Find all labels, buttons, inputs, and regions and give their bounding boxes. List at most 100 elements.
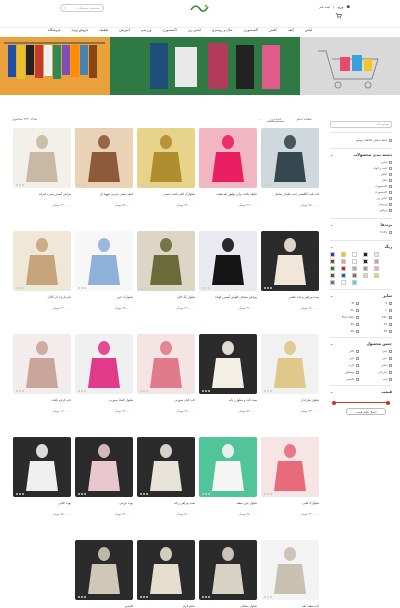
color-swatch[interactable] <box>374 259 379 264</box>
nav-item[interactable]: آموزش <box>119 28 129 37</box>
color-swatch[interactable] <box>330 259 335 264</box>
product-card[interactable]: ست کت و شلوار زنانه ۸۲۰,۰۰۰ تومان <box>199 334 257 413</box>
product-card[interactable]: ست پیراهن زنانه ۵۱۰,۰۰۰ تومان <box>137 437 195 516</box>
material-option[interactable]: ساتن <box>363 363 392 367</box>
product-image[interactable] <box>75 231 133 291</box>
nav-item[interactable]: کفش <box>269 28 277 37</box>
product-card[interactable]: شلوارک قلبی ۲۴۰,۰۰۰ تومان <box>261 437 319 516</box>
color-swatch[interactable] <box>341 266 346 271</box>
nav-item[interactable]: اکسسوری <box>162 28 177 37</box>
nav-item[interactable]: فروشگاه <box>48 28 61 37</box>
product-title[interactable]: ست کت و شلوار زنانه <box>199 398 257 408</box>
nav-item[interactable]: لباس زیر <box>188 28 201 37</box>
category-option[interactable]: ورزشی <box>330 202 392 206</box>
color-swatch[interactable] <box>352 273 357 278</box>
color-swatch[interactable] <box>330 273 335 278</box>
product-title[interactable]: تاپ پارچه ای گلدار <box>13 295 71 305</box>
search-icon[interactable]: ⚲ <box>64 6 66 10</box>
color-swatch[interactable] <box>330 280 335 285</box>
chevron-down-icon[interactable]: ⌄ <box>330 293 333 298</box>
material-option[interactable]: مازراتی <box>363 370 392 374</box>
material-option[interactable]: کرپ <box>330 363 359 367</box>
product-image[interactable] <box>261 128 319 188</box>
color-swatch[interactable] <box>352 280 357 285</box>
size-option[interactable]: M <box>330 301 359 305</box>
sidebar-search-input[interactable]: جستجو کنید <box>330 121 392 128</box>
login-register[interactable]: ☻ ورود / ثبت نام <box>319 5 350 9</box>
category-option[interactable]: شال <box>330 178 392 182</box>
product-image[interactable] <box>137 540 195 600</box>
product-title[interactable]: پیراهن آستین پفی دخترانه <box>13 192 71 202</box>
chevron-down-icon[interactable]: ⌄ <box>330 341 333 346</box>
product-image[interactable] <box>75 334 133 394</box>
price-slider[interactable] <box>332 400 390 405</box>
product-title[interactable]: تاپ کراپ بافت <box>13 398 71 408</box>
color-swatch[interactable] <box>374 252 379 257</box>
category-option[interactable]: کفش <box>330 172 392 176</box>
product-card[interactable]: تاپ کراپ بافت ۱۹۰,۰۰۰ تومان <box>13 334 71 413</box>
color-swatch[interactable] <box>341 252 346 257</box>
size-option[interactable]: 36 <box>330 322 359 326</box>
product-title[interactable]: جلیقه بافت برای پولیور یقه هفت <box>199 192 257 202</box>
color-swatch[interactable] <box>363 259 368 264</box>
product-title[interactable]: کت کتان صورتی <box>137 398 195 408</box>
product-image[interactable] <box>137 128 195 188</box>
product-card[interactable]: شلوارک کتان بافت دستی ۳۲۰,۰۰۰ تومان <box>137 128 195 207</box>
product-card[interactable]: پیراهن مشکی کلوش آستین کوتاه ۴۶۰,۰۰۰ توم… <box>199 231 257 310</box>
search-input[interactable]: جستجوی محصولات ⚲ <box>60 4 104 12</box>
material-option[interactable]: جین <box>363 356 392 360</box>
product-title[interactable]: بوت کتانی <box>13 501 71 511</box>
product-image[interactable] <box>261 334 319 394</box>
product-image[interactable] <box>261 231 319 291</box>
chevron-down-icon[interactable]: ⌄ <box>330 389 333 394</box>
color-swatch[interactable] <box>374 273 379 278</box>
product-image[interactable] <box>199 540 257 600</box>
slider-handle[interactable] <box>332 400 336 405</box>
product-card[interactable]: شلوار طرحدار ۳۴۰,۰۰۰ تومان <box>261 334 319 413</box>
product-title[interactable]: شلوار بگ کتان <box>137 295 195 305</box>
product-title[interactable]: شلوار مشکی <box>199 604 257 608</box>
color-swatch[interactable] <box>363 266 368 271</box>
product-image[interactable] <box>137 334 195 394</box>
product-image[interactable] <box>199 437 257 497</box>
product-card[interactable]: پیراهن آستین پفی دخترانه ۴۲۰,۰۰۰ تومان <box>13 128 71 207</box>
site-logo[interactable] <box>188 3 212 13</box>
color-swatch[interactable] <box>341 259 346 264</box>
product-image[interactable] <box>13 128 71 188</box>
product-image[interactable] <box>13 231 71 291</box>
product-image[interactable] <box>75 128 133 188</box>
product-card[interactable]: ست پیراهن و کت بافتنی ۶۸۰,۰۰۰ تومان <box>261 231 319 310</box>
product-card[interactable]: شلوار مشکی ۳۱۰,۰۰۰ تومان <box>199 540 257 608</box>
color-swatch[interactable] <box>352 259 357 264</box>
product-card[interactable]: کت کتان صورتی ۴۸۰,۰۰۰ تومان <box>137 334 195 413</box>
product-title[interactable]: شلوار طرحدار <box>261 398 319 408</box>
color-swatch[interactable] <box>363 252 368 257</box>
size-option[interactable]: XXL <box>363 315 392 319</box>
product-title[interactable]: کیف دستی چرمی قهوه ای <box>75 192 133 202</box>
size-option[interactable]: 34 <box>363 322 392 326</box>
product-card[interactable]: مانتو کرم ۵۵۰,۰۰۰ تومان <box>137 540 195 608</box>
color-swatch[interactable] <box>341 273 346 278</box>
product-image[interactable] <box>261 437 319 497</box>
product-image[interactable] <box>137 231 195 291</box>
category-option[interactable]: لباس <box>330 160 392 164</box>
color-swatch[interactable] <box>330 252 335 257</box>
chevron-down-icon[interactable]: ⌄ <box>330 222 333 227</box>
material-option[interactable]: لمه <box>363 377 392 381</box>
color-swatch[interactable] <box>374 266 379 271</box>
product-card[interactable]: شلوارک جین ۲۸۰,۰۰۰ تومان <box>75 231 133 310</box>
product-title[interactable]: ست پیراهن و کت بافتنی <box>261 295 319 305</box>
product-card[interactable]: شلوار جین سفید ۳۸۰,۰۰۰ تومان <box>199 437 257 516</box>
product-card[interactable]: بوت کتانی ۷۸۰,۰۰۰ تومان <box>13 437 71 516</box>
product-image[interactable] <box>199 231 257 291</box>
color-swatch[interactable] <box>363 273 368 278</box>
apply-price-button[interactable]: اعمال فیلتر قیمت <box>346 408 386 415</box>
nav-item[interactable]: لباس <box>305 28 312 37</box>
product-card[interactable]: شلوار گشاد صورتی ۳۶۰,۰۰۰ تومان <box>75 334 133 413</box>
material-option[interactable]: کتان <box>330 349 359 353</box>
product-card[interactable]: کاپشن ۸۹۰,۰۰۰ تومان <box>75 540 133 608</box>
size-option[interactable]: 38 <box>363 329 392 333</box>
brand-option[interactable]: holly <box>330 230 392 234</box>
product-title[interactable]: شلوارک قلبی <box>261 501 319 511</box>
nav-item[interactable]: فروش ویژه <box>71 28 88 37</box>
